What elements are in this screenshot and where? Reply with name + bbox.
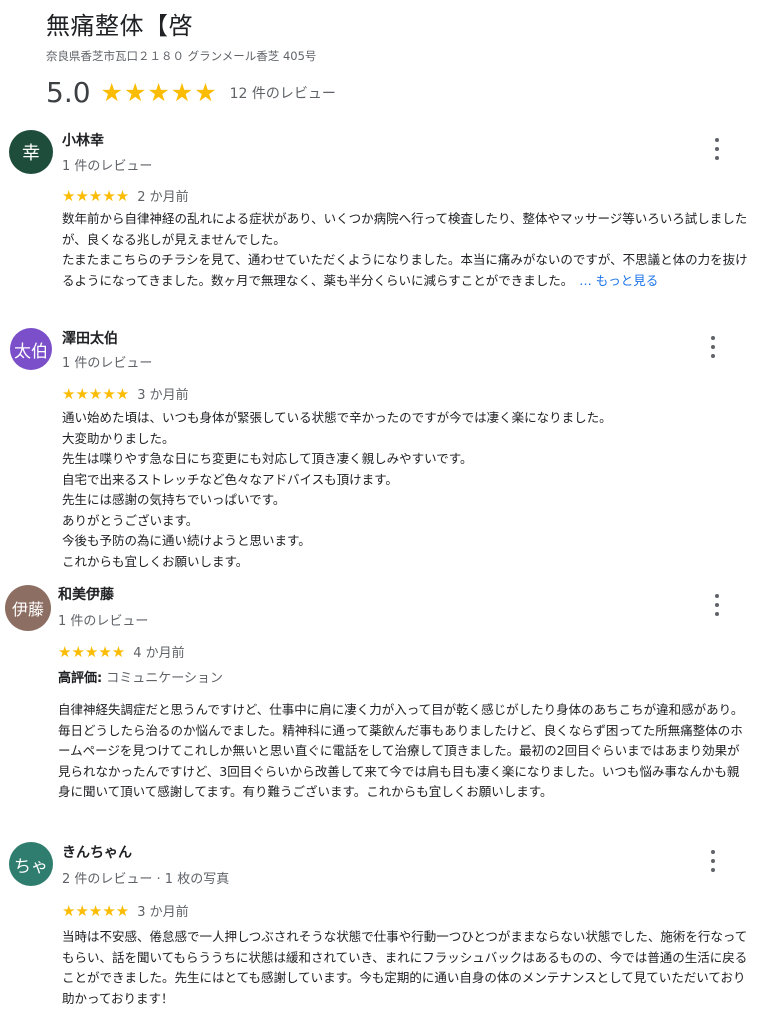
review-stars: ★★★★★ 4 か月前: [58, 642, 185, 662]
review-paragraph: 通い始めた頃は、いつも身体が緊張している状態で辛かったのですが今では凄く楽になり…: [62, 410, 612, 425]
review-paragraph: 自宅で出来るストレッチなど色々なアドバイスも頂けます。: [62, 471, 398, 487]
review-text: 当時は不安感、倦怠感で一人押しつぶされそうな状態で仕事や行動一つひとつがままなら…: [62, 927, 748, 1009]
review-stars: ★★★★★ 2 か月前: [62, 186, 189, 206]
reviewer-meta: 1 件のレビュー: [58, 614, 149, 629]
reviewer-meta: 2 件のレビュー · 1 枚の写真: [62, 872, 230, 887]
review-card: 伊藤 和美伊藤 1 件のレビュー ★★★★★ 4 か月前 高評価: コミュニケーシ…: [0, 582, 768, 828]
review-card: 太伯 澤田太伯 1 件のレビュー ★★★★★ 3 か月前 通い始めた頃は、いつも…: [0, 324, 768, 572]
average-rating: 5.0: [46, 76, 91, 109]
review-paragraph: 自律神経失調症だと思うんですけど、仕事中に肩に凄く力が入って目が乾く感じがしたり…: [58, 702, 744, 799]
review-time: 3 か月前: [137, 905, 189, 920]
review-paragraph: ありがとうございます。: [62, 512, 199, 528]
review-time: 4 か月前: [133, 646, 185, 661]
review-paragraph: 大変助かりました。: [62, 430, 175, 446]
business-address: 奈良県香芝市瓦口２１８０ グランメール香芝 405号: [46, 49, 317, 63]
highlight-value: コミュニケーション: [106, 671, 223, 686]
highlight-label: 高評価:: [58, 671, 103, 686]
review-time: 3 か月前: [137, 388, 189, 403]
star-icon: ★★★★★: [58, 642, 126, 661]
star-icon: ★: [100, 78, 123, 107]
star-icon: ★★★★★: [62, 186, 130, 205]
review-card: 幸 小林幸 1 件のレビュー ★★★★★ 2 か月前 数年前から自律神経の乱れに…: [0, 124, 768, 320]
reviewer-name[interactable]: きんちゃん: [62, 842, 132, 862]
avatar[interactable]: 伊藤: [5, 585, 51, 631]
reviewer-name[interactable]: 和美伊藤: [58, 584, 114, 604]
avatar[interactable]: ちゃ: [9, 842, 53, 886]
star-icon: ★: [194, 78, 217, 107]
review-highlight: 高評価: コミュニケーション: [58, 667, 223, 686]
reviewer-meta: 1 件のレビュー: [62, 356, 153, 371]
business-name: 無痛整体【啓: [46, 12, 193, 40]
review-paragraph: 当時は不安感、倦怠感で一人押しつぶされそうな状態で仕事や行動一つひとつがままなら…: [62, 929, 748, 1006]
avatar[interactable]: 幸: [9, 130, 53, 174]
review-paragraph: 先生には感謝の気持ちでいっぱいです。: [62, 492, 286, 507]
review-paragraph: 先生は喋りやす急な日にち変更にも対応して頂き凄く親しみやすいです。: [62, 451, 473, 466]
star-icon: ★: [170, 78, 194, 107]
more-options-icon[interactable]: [712, 138, 722, 160]
review-paragraph: 数年前から自律神経の乱れによる症状があり、いくつか病院へ行って検査したり、整体や…: [62, 211, 748, 247]
average-rating-stars: ★ ★ ★ ★ ★: [101, 79, 218, 107]
reviewer-name[interactable]: 澤田太伯: [62, 328, 118, 348]
review-count-link[interactable]: 12 件のレビュー: [230, 83, 336, 103]
review-text: 通い始めた頃は、いつも身体が緊張している状態で辛かったのですが今では凄く楽になり…: [62, 408, 750, 572]
star-icon: ★: [123, 78, 147, 107]
star-icon: ★: [147, 78, 170, 107]
rating-summary: 5.0 ★ ★ ★ ★ ★ 12 件のレビュー: [46, 76, 748, 110]
review-time: 2 か月前: [137, 190, 189, 205]
review-stars: ★★★★★ 3 か月前: [62, 901, 189, 921]
more-link[interactable]: … もっと見る: [579, 273, 658, 288]
more-options-icon[interactable]: [708, 336, 718, 358]
more-options-icon[interactable]: [708, 850, 718, 872]
star-icon: ★★★★★: [62, 384, 130, 403]
review-text: 自律神経失調症だと思うんですけど、仕事中に肩に凄く力が入って目が乾く感じがしたり…: [58, 700, 748, 803]
business-header: 無痛整体【啓 奈良県香芝市瓦口２１８０ グランメール香芝 405号 5.0 ★ …: [46, 10, 748, 110]
review-paragraph: これからも宜しくお願いします。: [62, 553, 249, 569]
review-paragraph-end: たまたまこちらのチラシを見て、通わせていただくようになりました。本当に痛みがない…: [62, 250, 750, 291]
review-card: ちゃ きんちゃん 2 件のレビュー · 1 枚の写真 ★★★★★ 3 か月前 当…: [0, 836, 768, 1022]
reviewer-meta: 1 件のレビュー: [62, 159, 153, 174]
avatar[interactable]: 太伯: [10, 328, 52, 370]
star-icon: ★★★★★: [62, 901, 130, 920]
reviewer-name[interactable]: 小林幸: [62, 130, 104, 150]
review-paragraph: 今後も予防の為に通い続けようと思います。: [62, 533, 311, 548]
review-stars: ★★★★★ 3 か月前: [62, 384, 189, 404]
more-options-icon[interactable]: [712, 594, 722, 616]
review-text: 数年前から自律神経の乱れによる症状があり、いくつか病院へ行って検査したり、整体や…: [62, 209, 750, 291]
